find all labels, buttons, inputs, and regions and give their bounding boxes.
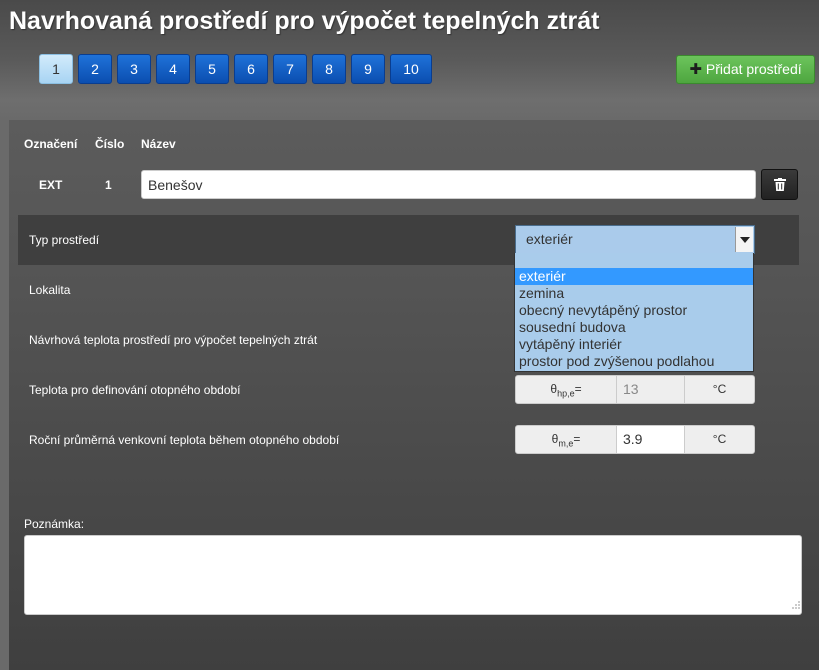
type-option-adjacent-building[interactable]: sousední budova xyxy=(515,319,753,336)
header-designation: Označení xyxy=(24,137,78,151)
type-option-exterior[interactable]: exteriér xyxy=(515,268,753,285)
page-title: Navrhovaná prostředí pro výpočet tepelný… xyxy=(9,7,600,35)
heating-temp-symbol: θhp,e= xyxy=(516,376,617,403)
avg-temp-field: θm,e= 3.9 °C xyxy=(515,425,755,454)
type-dropdown-list: exteriér zemina obecný nevytápěný prosto… xyxy=(514,253,754,372)
note-label: Poznámka: xyxy=(24,517,85,531)
page-button-3[interactable]: 3 xyxy=(117,54,151,84)
heating-temp-unit: °C xyxy=(712,382,727,396)
avg-temp-label: Roční průměrná venkovní teplota během ot… xyxy=(29,433,340,447)
avg-temp-input[interactable]: 3.9 xyxy=(617,426,685,453)
resize-grip-icon[interactable] xyxy=(790,599,801,610)
type-option-raised-floor[interactable]: prostor pod zvýšenou podlahou xyxy=(515,353,753,370)
page-button-7[interactable]: 7 xyxy=(273,54,307,84)
heating-temp-value: 13 xyxy=(617,376,685,403)
page-button-2[interactable]: 2 xyxy=(78,54,112,84)
trash-icon xyxy=(773,178,786,191)
page-button-9[interactable]: 9 xyxy=(351,54,385,84)
page-button-10[interactable]: 10 xyxy=(390,54,432,84)
plus-icon: ✚ xyxy=(689,61,702,78)
type-select-value: exteriér xyxy=(526,231,573,247)
header-number: Číslo xyxy=(95,137,125,151)
type-option-ground[interactable]: zemina xyxy=(515,285,753,302)
number-value: 1 xyxy=(105,178,112,192)
note-textarea[interactable] xyxy=(24,535,802,615)
chevron-down-icon[interactable] xyxy=(735,227,753,252)
pagination: 1 2 3 4 5 6 7 8 9 10 xyxy=(39,54,437,84)
page-button-4[interactable]: 4 xyxy=(156,54,190,84)
heating-temp-field: θhp,e= 13 °C xyxy=(515,375,755,404)
avg-temp-symbol: θm,e= xyxy=(516,426,617,453)
type-label: Typ prostředí xyxy=(29,233,100,247)
locality-label: Lokalita xyxy=(29,283,71,297)
avg-temp-unit: °C xyxy=(712,432,727,446)
type-select[interactable]: exteriér xyxy=(515,225,755,254)
add-environment-label: Přidat prostředí xyxy=(705,61,802,77)
designation-value: EXT xyxy=(39,178,63,192)
header-name: Název xyxy=(141,137,176,151)
heating-temp-label: Teplota pro definování otopného období xyxy=(29,383,241,397)
add-environment-button[interactable]: ✚ Přidat prostředí xyxy=(676,55,815,84)
environment-panel: Označení Číslo Název EXT 1 Typ prostředí… xyxy=(9,120,819,670)
page-button-5[interactable]: 5 xyxy=(195,54,229,84)
design-temp-label: Návrhová teplota prostředí pro výpočet t… xyxy=(29,333,318,347)
type-option-unheated-space[interactable]: obecný nevytápěný prostor xyxy=(515,302,753,319)
page-button-6[interactable]: 6 xyxy=(234,54,268,84)
type-option-heated-interior[interactable]: vytápěný interiér xyxy=(515,336,753,353)
page-button-1[interactable]: 1 xyxy=(39,54,73,84)
delete-button[interactable] xyxy=(761,169,798,200)
page-button-8[interactable]: 8 xyxy=(312,54,346,84)
name-input[interactable] xyxy=(141,170,756,199)
